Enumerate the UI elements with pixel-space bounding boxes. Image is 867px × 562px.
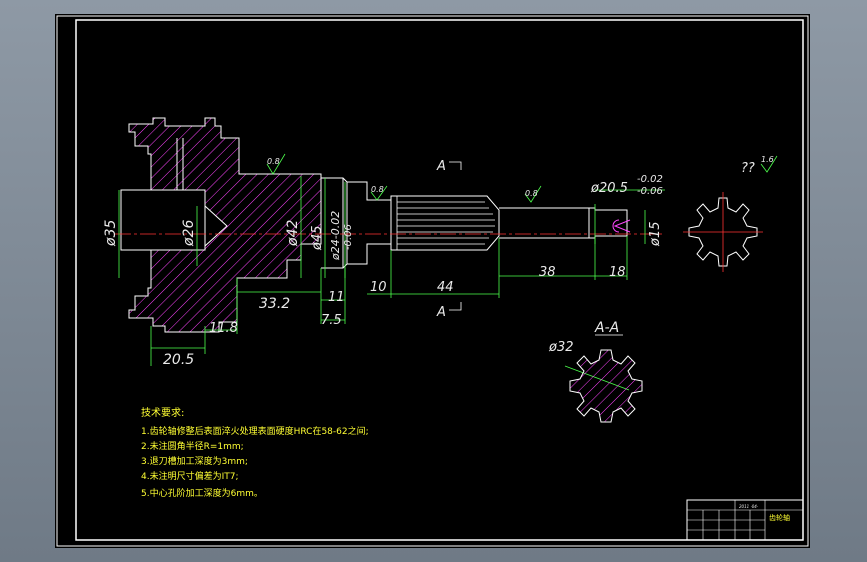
dim-d24: ø24-0.02 (329, 211, 342, 261)
dim-l44: 44 (437, 280, 454, 295)
dim-l75: 7.5 (321, 313, 342, 328)
dim-d205-tol-upper: -0.02 (637, 174, 663, 185)
title-block: 2011 ·04· 齿轮轴 (686, 499, 804, 541)
gear-end-view (683, 192, 763, 272)
dim-l11: 11 (328, 290, 345, 305)
title-block-part-name: 齿轮轴 (769, 513, 790, 522)
tech-item-3: 3.退刀槽加工深度为3mm; (141, 455, 248, 467)
roughness-prefix: ?? (741, 161, 755, 176)
tech-item-4: 4.未注明尺寸偏差为IT7; (141, 470, 239, 482)
dim-d24-tol: -0.06 (343, 224, 354, 250)
engineering-drawing: ø35 ø26 ø42 ø45 ø24-0.02 -0.06 ø20.5 -0.… (56, 15, 809, 547)
tech-title: 技术要求: (141, 406, 184, 419)
dim-d15: ø15 (648, 222, 663, 248)
dim-d205-tol-lower: -0.06 (637, 186, 663, 197)
roughness-4: 1.6 (761, 155, 774, 164)
spline-section (390, 195, 500, 251)
dim-l38: 38 (539, 265, 556, 280)
tech-item-5: 5.中心孔阶加工深度为6mm。 (141, 487, 263, 499)
dim-d42: ø42 (285, 220, 301, 247)
tech-item-1: 1.齿轮轴修整后表面淬火处理表面硬度HRC在58-62之间; (141, 425, 369, 437)
keyway-slot (613, 219, 631, 233)
dim-l10: 10 (370, 280, 387, 295)
dim-d26: ø26 (181, 220, 197, 247)
roughness-1: 0.8 (267, 157, 280, 166)
roughness-2: 0.8 (371, 185, 384, 194)
section-marker-bottom: A (436, 305, 446, 320)
section-marker-top: A (436, 159, 446, 174)
dim-d205: ø20.5 (590, 181, 628, 196)
cad-viewport: ø35 ø26 ø42 ø45 ø24-0.02 -0.06 ø20.5 -0.… (0, 0, 867, 562)
tech-item-2: 2.未注圆角半径R=1mm; (141, 440, 244, 452)
dim-d32: ø32 (548, 340, 574, 355)
dim-l118: 11.8 (209, 321, 238, 336)
roughness-3: 0.8 (525, 189, 538, 198)
dim-l18: 18 (609, 265, 626, 280)
shaft-main-view (115, 117, 665, 333)
dim-d45: ø45 (310, 226, 325, 252)
dim-d35: ø35 (103, 220, 119, 247)
section-title: A-A (594, 320, 619, 336)
title-block-date: 2011 ·04· (739, 504, 758, 509)
tech-requirements: 技术要求: 1.齿轮轴修整后表面淬火处理表面硬度HRC在58-62之间; 2.未… (141, 406, 369, 499)
section-aa-view (569, 349, 643, 423)
drawing-sheet[interactable]: ø35 ø26 ø42 ø45 ø24-0.02 -0.06 ø20.5 -0.… (55, 14, 810, 548)
dim-l205: 20.5 (163, 352, 194, 368)
dim-l332: 33.2 (259, 296, 290, 312)
